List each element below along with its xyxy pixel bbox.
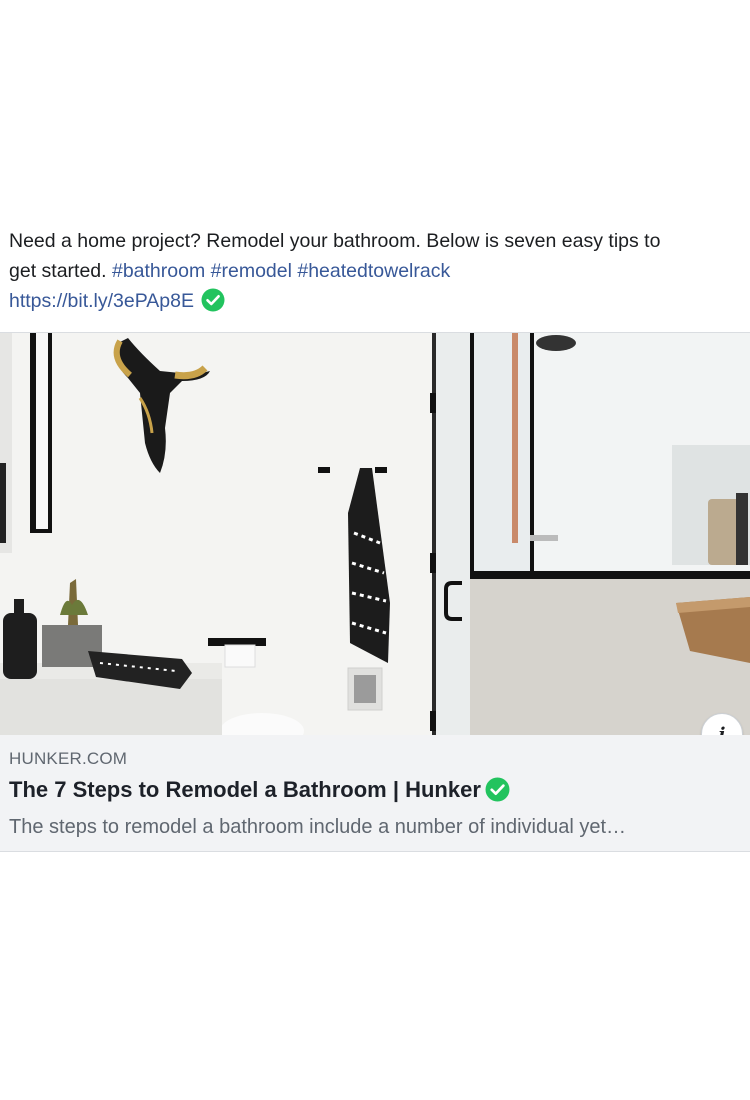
hashtag-heatedtowelrack[interactable]: #heatedtowelrack [297,260,450,282]
post-text-line-1: Need a home project? Remodel your bathro… [9,230,661,252]
card-image[interactable]: i [0,333,750,735]
link-preview-card[interactable]: i HUNKER.COM The 7 Steps to Remodel a Ba… [0,332,750,852]
bathroom-photo [0,333,750,735]
card-meta[interactable]: HUNKER.COM The 7 Steps to Remodel a Bath… [0,735,750,851]
post-text: Need a home project? Remodel your bathro… [9,226,734,316]
info-icon: i [718,723,726,736]
card-description: The steps to remodel a bathroom include … [9,816,627,838]
check-circle-icon [201,288,225,312]
post-link-line: https://bit.ly/3ePAp8E [9,286,734,316]
card-domain: HUNKER.COM [9,749,128,768]
card-title[interactable]: The 7 Steps to Remodel a Bathroom | Hunk… [9,777,510,803]
post-text-line-2: get started. #bathroom #remodel #heatedt… [9,256,734,286]
check-circle-icon [485,777,510,802]
card-title-text: The 7 Steps to Remodel a Bathroom | Hunk… [9,777,481,802]
post-text-prefix: get started. [9,260,112,282]
hashtag-remodel[interactable]: #remodel [211,260,292,282]
hashtag-bathroom[interactable]: #bathroom [112,260,205,282]
post-link[interactable]: https://bit.ly/3ePAp8E [9,290,194,312]
